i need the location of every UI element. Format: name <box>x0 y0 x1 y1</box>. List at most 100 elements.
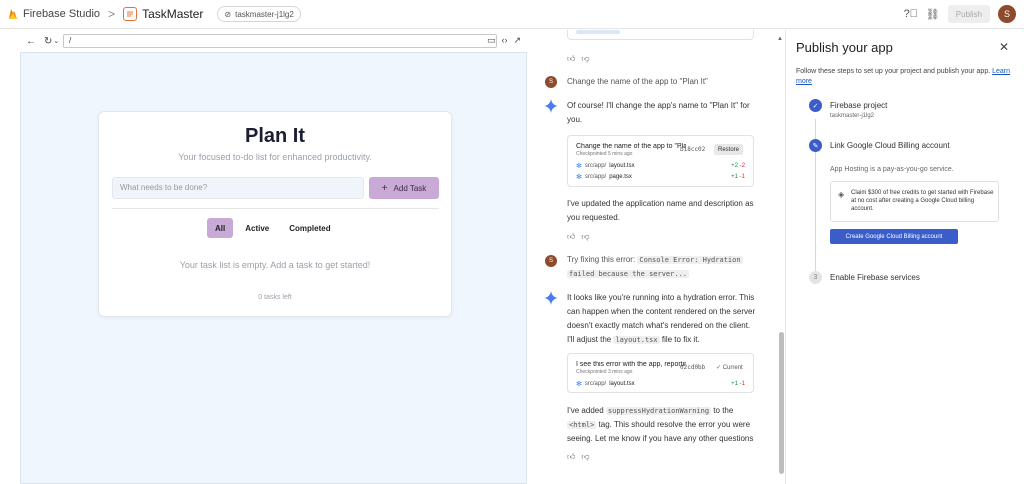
file-dir: src/app/ <box>584 163 607 169</box>
lines-added: +1 <box>731 174 738 180</box>
step-number: 3 <box>809 271 822 284</box>
thumbs-down-icon[interactable]: 👎︎ <box>581 232 589 242</box>
page-subtitle: Your focused to-do list for enhanced pro… <box>178 152 372 162</box>
ai-line: Of course! I'll change the app's name to… <box>567 101 750 110</box>
close-icon[interactable]: ✕ <box>999 40 1009 54</box>
gemini-sparkle-icon <box>544 291 558 305</box>
scroll-up-icon[interactable]: ▲ <box>777 36 783 42</box>
checkpoint-time: Checkpointed 3 mins ago <box>576 369 633 375</box>
filter-completed[interactable]: Completed <box>281 218 338 238</box>
user-avatar: S <box>545 76 557 88</box>
step-connector <box>815 119 816 141</box>
checkpoint-card: I see this error with the app, reportin … <box>567 353 754 393</box>
step-label: Link Google Cloud Billing account <box>830 141 950 150</box>
thumbs-up-icon[interactable]: 👍︎ <box>567 452 575 462</box>
checkpoint-title: Change the name of the app to "Pla <box>576 143 686 150</box>
scrollbar-thumb[interactable] <box>779 332 784 474</box>
ai-line: file to fix it. <box>661 335 700 344</box>
chevron-down-icon[interactable]: ⌄ <box>53 37 59 45</box>
reload-icon[interactable]: ↻ <box>44 36 52 47</box>
create-billing-account-button[interactable]: Create Google Cloud Billing account <box>830 229 958 244</box>
info-box: ◈ Claim $300 of free credits to get star… <box>830 181 999 222</box>
workspace-chip[interactable]: ⊘ taskmaster-j1lg2 <box>217 6 301 22</box>
device-icon[interactable]: ▭ <box>487 35 496 46</box>
chat-pane: 👍︎ 👎︎ S Change the name of the app to "P… <box>537 30 784 484</box>
file-dir: src/app/ <box>584 381 607 387</box>
url-input[interactable]: / <box>63 34 497 48</box>
publish-panel: Publish your app ✕ Follow these steps to… <box>786 30 1024 484</box>
restore-button[interactable]: Restore <box>714 144 744 155</box>
back-icon[interactable]: ← <box>26 36 36 47</box>
check-icon: ✓ <box>809 99 822 112</box>
share-icon[interactable]: ⛓ <box>926 7 940 21</box>
filter-all[interactable]: All <box>207 218 234 238</box>
file-name: layout.tsx <box>609 163 635 169</box>
lines-removed: -1 <box>739 381 745 387</box>
ai-line: can happen when the content rendered on … <box>567 307 756 316</box>
thumbs-up-icon[interactable]: 👍︎ <box>567 232 575 242</box>
user-message: Try fixing this error: Console Error: Hy… <box>567 253 743 281</box>
preview-frame: Plan It Your focused to-do list for enha… <box>20 52 527 484</box>
thumbs-down-icon[interactable]: 👎︎ <box>581 452 589 462</box>
ai-line: seeing. Let me know if you have any othe… <box>567 434 754 443</box>
diff-bar <box>576 30 620 34</box>
task-input[interactable]: What needs to be done? <box>112 177 364 199</box>
preview-url-bar: ← ↻ ⌄ / ▭ ‹› ↗ <box>20 30 527 52</box>
lines-removed: -1 <box>739 174 745 180</box>
file-diff: +1 -1 <box>731 174 745 180</box>
publish-button[interactable]: Publish <box>947 5 990 23</box>
brand-name: Firebase Studio <box>23 8 101 20</box>
filter-tabs: All Active Completed <box>207 218 339 238</box>
checkpoint-title: I see this error with the app, reportin <box>576 361 686 368</box>
file-row[interactable]: ✻ src/app/layout.tsx <box>576 380 635 388</box>
file-row[interactable]: ✻ src/app/page.tsx <box>576 173 632 181</box>
todo-card: Plan It Your focused to-do list for enha… <box>98 111 452 317</box>
ai-line: you requested. <box>567 213 620 222</box>
user-avatar: S <box>545 255 557 267</box>
ai-line: I've added <box>567 406 604 415</box>
thumbs-down-icon[interactable]: 👎︎ <box>581 54 589 64</box>
plus-icon: + <box>381 182 388 194</box>
ai-message: It looks like you're running into a hydr… <box>567 291 755 347</box>
ai-line: to the <box>713 406 734 415</box>
page-title: Plan It <box>244 125 305 147</box>
chat-scrollbar[interactable]: ▲ <box>777 36 785 476</box>
step-connector <box>815 152 816 278</box>
thumbs-up-icon[interactable]: 👍︎ <box>567 54 575 64</box>
react-icon: ✻ <box>576 174 582 181</box>
feedback-buttons: 👍︎ 👎︎ <box>567 452 590 462</box>
add-task-button[interactable]: + Add Task <box>369 177 439 199</box>
step-label: Enable Firebase services <box>830 273 920 282</box>
link-icon: ⊘ <box>224 9 232 19</box>
project-name[interactable]: TaskMaster <box>142 7 203 21</box>
current-status: ✓ Current <box>716 364 743 371</box>
tasks-left: 0 tasks left <box>258 294 292 301</box>
panel-description: Follow these steps to set up your projec… <box>796 67 1021 87</box>
ai-line: tag. This should resolve the error you w… <box>598 420 751 429</box>
error-code: failed because the server... <box>567 270 690 278</box>
checkpoint-hash: 02cd0bb <box>680 364 706 371</box>
brand[interactable]: Firebase Studio <box>8 8 100 20</box>
file-dir: src/app/ <box>584 174 607 180</box>
lines-removed: -2 <box>739 163 745 169</box>
ai-line: It looks like you're running into a hydr… <box>567 293 755 302</box>
react-icon: ✻ <box>576 163 582 170</box>
checkpoint-time: Checkpointed 5 mins ago <box>576 151 633 157</box>
ai-line: doesn't exactly match what's rendered on… <box>567 321 751 330</box>
ai-message: I've added suppressHydrationWarning to t… <box>567 404 753 446</box>
current-label: Current <box>722 365 743 371</box>
inline-code: layout.tsx <box>613 336 660 344</box>
filter-active[interactable]: Active <box>237 218 277 238</box>
firebase-logo-icon <box>9 9 17 19</box>
help-icon[interactable]: ?⃝ <box>904 7 918 21</box>
file-name: page.tsx <box>609 174 632 180</box>
file-row[interactable]: ✻ src/app/layout.tsx <box>576 162 635 170</box>
open-external-icon[interactable]: ↗ <box>513 35 521 46</box>
checkpoint-card: Change the name of the app to "Pla Check… <box>567 135 754 187</box>
react-icon: ✻ <box>576 381 582 388</box>
code-icon[interactable]: ‹› <box>501 35 507 46</box>
ai-message: I've updated the application name and de… <box>567 197 754 225</box>
breadcrumb-separator: > <box>108 7 116 21</box>
ai-message: Of course! I'll change the app's name to… <box>567 99 750 127</box>
avatar[interactable]: S <box>998 5 1016 23</box>
